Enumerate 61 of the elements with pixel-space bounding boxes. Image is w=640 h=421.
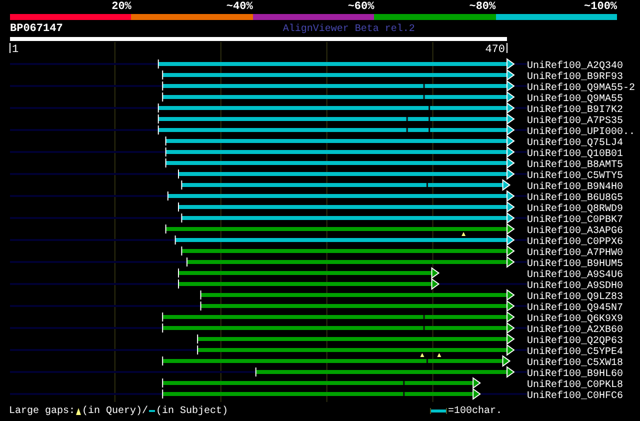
scale-bar-icon — [430, 408, 447, 414]
insertion-marker-icon — [76, 408, 82, 414]
hit-name: UniRef100_Q75LJ4 — [527, 138, 624, 149]
hit-name: UniRef100_Q9LZ83 — [527, 292, 624, 303]
gap-mark — [428, 117, 430, 121]
hit-name: UniRef100_UPI000.. — [527, 127, 636, 138]
identity-legend-label: ~80% — [469, 1, 496, 14]
hit-name: UniRef100_A2XB60 — [527, 325, 624, 336]
hit-name: UniRef100_C0PBK7 — [527, 215, 624, 226]
identity-legend-label: 20% — [112, 1, 132, 14]
hit-name: UniRef100_A9SDH0 — [527, 281, 624, 292]
gap-mark — [428, 106, 430, 110]
gap-mark — [428, 128, 430, 132]
hit-name: UniRef100_Q9MA55-2 — [527, 83, 636, 94]
query-gap-label: (in Query)/ — [82, 406, 148, 416]
hit-name: UniRef100_Q8RWD9 — [527, 204, 624, 215]
hit-name: UniRef100_A9S4U6 — [527, 270, 624, 281]
identity-legend-label: ~60% — [348, 1, 374, 14]
gap-mark — [426, 183, 428, 187]
gap-mark — [423, 326, 425, 330]
hit-name: UniRef100_C0PKL8 — [527, 380, 624, 391]
gap-mark — [406, 128, 408, 132]
hit-name: UniRef100_C5XW18 — [527, 358, 624, 369]
gap-mark — [423, 84, 425, 88]
hit-name: UniRef100_A7PS35 — [527, 116, 624, 127]
hit-name: UniRef100_Q9MA55 — [527, 94, 624, 105]
identity-legend-label: ~100% — [584, 1, 618, 14]
hit-name: UniRef100_C5YPE4 — [527, 347, 624, 358]
credit-text: AlignViewer Beta rel.2 — [282, 24, 415, 36]
hit-name: UniRef100_B9HUM5 — [527, 259, 624, 270]
hit-name: UniRef100_C0PPX6 — [527, 237, 624, 248]
subject-gap-label: (in Subject) — [156, 406, 228, 416]
hit-name: UniRef100_B9RF93 — [527, 72, 624, 83]
hit-name: UniRef100_B8AMT5 — [527, 160, 624, 171]
query-title: BP067147 — [10, 23, 63, 36]
hit-name: UniRef100_B9I7K2 — [527, 105, 624, 116]
ruler-start-label: 1 — [12, 44, 19, 56]
hit-name: UniRef100_C0HFC6 — [527, 391, 624, 402]
identity-legend-label: ~40% — [226, 1, 253, 14]
scale-label: =100char. — [448, 406, 502, 416]
hit-name: UniRef100_A2Q340 — [527, 61, 624, 72]
hit-name: UniRef100_B9HL60 — [527, 369, 624, 380]
ruler-end-label: 470 — [485, 44, 505, 56]
gap-mark — [423, 95, 425, 99]
hit-name: UniRef100_C5WTY5 — [527, 171, 624, 182]
gap-mark — [403, 381, 405, 385]
hit-name: UniRef100_Q6K9X9 — [527, 314, 624, 325]
hit-name: UniRef100_Q2QP63 — [527, 336, 624, 347]
gap-mark — [423, 315, 425, 319]
hit-name: UniRef100_B9N4H0 — [527, 182, 624, 193]
hit-name: UniRef100_A3APG6 — [527, 226, 624, 237]
hit-name: UniRef100_Q10B01 — [527, 149, 624, 160]
scale-tick — [506, 42, 508, 54]
gap-mark — [403, 392, 405, 396]
gap-mark — [406, 117, 408, 121]
hit-name: UniRef100_Q945N7 — [527, 303, 624, 314]
hit-name: UniRef100_A7PHW0 — [527, 248, 624, 259]
gap-dash-icon — [149, 410, 156, 412]
gaps-label: Large gaps: — [9, 406, 76, 416]
hit-name: UniRef100_B6U8G5 — [527, 193, 624, 204]
gap-mark — [426, 359, 428, 363]
